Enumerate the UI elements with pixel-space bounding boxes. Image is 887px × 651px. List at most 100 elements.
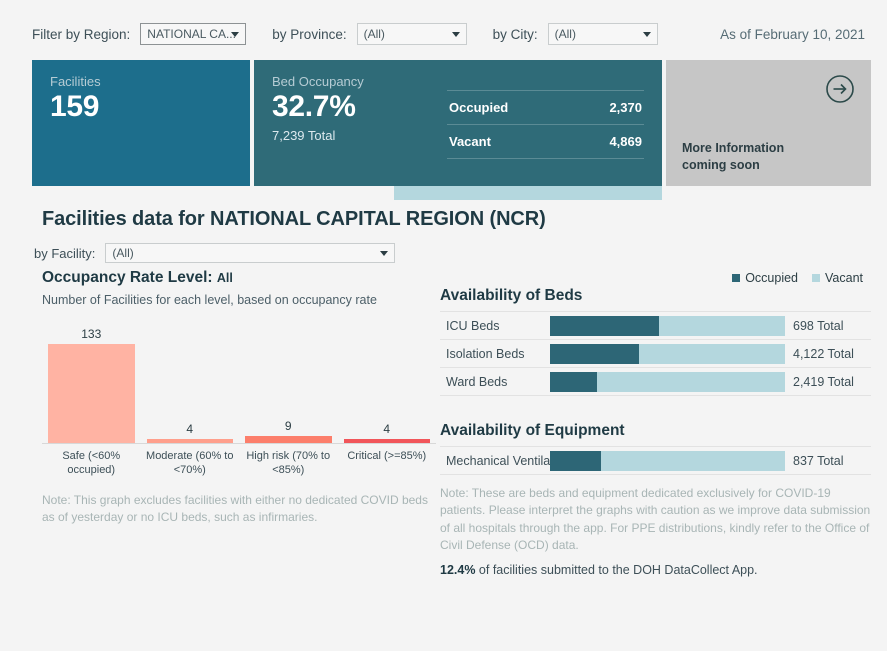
occupied-label: Occupied: [449, 100, 508, 115]
occupancy-level-note: Note: This graph excludes facilities wit…: [42, 492, 436, 527]
province-filter-label: by Province:: [272, 27, 346, 42]
arrow-right-circle-icon[interactable]: [825, 74, 855, 104]
bed-availability-row[interactable]: ICU Beds698 Total: [440, 311, 871, 339]
region-filter-label: Filter by Region:: [32, 27, 130, 42]
chevron-down-icon: [380, 251, 388, 256]
bar[interactable]: [245, 436, 332, 443]
bar-column[interactable]: 4: [338, 315, 437, 443]
city-filter-label: by City:: [493, 27, 538, 42]
page-title: Facilities data for NATIONAL CAPITAL REG…: [42, 208, 879, 231]
bar-category-label: Safe (<60% occupied): [42, 449, 141, 478]
occupancy-level-filter-value: All: [217, 271, 233, 285]
availability-row-label: Mechanical Ventilators: [440, 454, 550, 468]
region-filter-group: Filter by Region: NATIONAL CA...: [32, 23, 246, 45]
filter-bar: Filter by Region: NATIONAL CA... by Prov…: [8, 8, 879, 60]
province-filter-group: by Province: (All): [272, 23, 466, 45]
availability-note: Note: These are beds and equipment dedic…: [440, 485, 871, 555]
facility-filter-group: by Facility: (All): [34, 243, 879, 263]
availability-row-total: 698 Total: [785, 319, 871, 333]
bar-category-label: High risk (70% to <85%): [239, 449, 338, 478]
facilities-value: 159: [50, 91, 232, 123]
vacant-value: 4,869: [609, 134, 642, 149]
bar-value-label: 4: [186, 422, 193, 436]
occupancy-progress-bar: [394, 186, 662, 200]
facilities-card: Facilities 159: [32, 60, 250, 186]
region-select[interactable]: NATIONAL CA...: [140, 23, 246, 45]
availability-bar: [550, 451, 785, 471]
city-filter-group: by City: (All): [493, 23, 658, 45]
equipment-availability-table: Mechanical Ventilators 837 Total: [440, 446, 871, 475]
bed-occupancy-summary: Bed Occupancy 32.7% 7,239 Total: [272, 74, 447, 172]
region-select-value: NATIONAL CA...: [147, 27, 236, 41]
availability-row-total: 4,122 Total: [785, 347, 871, 361]
chevron-down-icon: [231, 32, 239, 37]
facility-select-value: (All): [112, 246, 133, 260]
bed-availability-row[interactable]: Isolation Beds4,122 Total: [440, 339, 871, 367]
submission-rate-line: 12.4% of facilities submitted to the DOH…: [440, 563, 871, 577]
vacant-row: Vacant 4,869: [447, 124, 644, 159]
availability-row-total: 2,419 Total: [785, 375, 871, 389]
bar-column[interactable]: 133: [42, 315, 141, 443]
availability-bar: [550, 316, 785, 336]
availability-bar-occupied: [550, 451, 601, 471]
bed-occupancy-card: Bed Occupancy 32.7% 7,239 Total Occupied…: [254, 60, 662, 186]
availability-row-total: 837 Total: [785, 454, 871, 468]
bar-column[interactable]: 4: [141, 315, 240, 443]
occupancy-level-bar-chart: 133 4 9 4: [42, 315, 436, 444]
occupied-row: Occupied 2,370: [447, 90, 644, 124]
legend-swatch-occupied: [732, 274, 740, 282]
chevron-down-icon: [643, 32, 651, 37]
legend-item-occupied: Occupied: [732, 271, 798, 285]
availability-bar-occupied: [550, 344, 639, 364]
occupancy-level-title: Occupancy Rate Level: All: [42, 269, 436, 287]
availability-bar-occupied: [550, 316, 659, 336]
submission-rate-text: of facilities submitted to the DOH DataC…: [475, 563, 757, 577]
city-select-value: (All): [555, 27, 576, 41]
bed-occupancy-total: 7,239 Total: [272, 128, 447, 143]
availability-legend: Occupied Vacant: [440, 269, 871, 287]
bar-value-label: 9: [285, 419, 292, 433]
bed-occupancy-caption: Bed Occupancy: [272, 74, 447, 89]
bar[interactable]: [48, 344, 135, 443]
facility-filter-label: by Facility:: [34, 246, 95, 261]
bed-availability-row[interactable]: Ward Beds 2,419 Total: [440, 367, 871, 396]
bar[interactable]: [344, 439, 431, 443]
facilities-caption: Facilities: [50, 74, 232, 89]
bar-column[interactable]: 9: [239, 315, 338, 443]
vacant-label: Vacant: [449, 134, 491, 149]
availability-row-label: Ward Beds: [440, 375, 550, 389]
bed-occupancy-breakdown: Occupied 2,370 Vacant 4,869: [447, 74, 644, 172]
availability-bar-occupied: [550, 372, 597, 392]
city-select[interactable]: (All): [548, 23, 658, 45]
occupancy-level-category-labels: Safe (<60% occupied)Moderate (60% to <70…: [42, 449, 436, 478]
equipment-availability-title: Availability of Equipment: [440, 422, 871, 440]
chevron-down-icon: [452, 32, 460, 37]
bed-occupancy-value: 32.7%: [272, 91, 447, 123]
submission-rate-percent: 12.4%: [440, 563, 475, 577]
as-of-date: As of February 10, 2021: [720, 27, 865, 42]
bar-category-label: Moderate (60% to <70%): [141, 449, 240, 478]
bar-category-label: Critical (>=85%): [338, 449, 437, 478]
more-information-card[interactable]: More Information coming soon: [666, 60, 871, 186]
more-information-line1: More Information: [682, 140, 855, 157]
legend-label-vacant: Vacant: [825, 271, 863, 285]
legend-label-occupied: Occupied: [745, 271, 798, 285]
beds-availability-title: Availability of Beds: [440, 287, 871, 305]
occupancy-level-subtitle: Number of Facilities for each level, bas…: [42, 293, 436, 307]
province-select[interactable]: (All): [357, 23, 467, 45]
legend-item-vacant: Vacant: [812, 271, 863, 285]
bar-value-label: 133: [81, 327, 101, 341]
more-information-text: More Information coming soon: [682, 140, 855, 174]
availability-panel: Occupied Vacant Availability of Beds ICU…: [436, 269, 871, 651]
beds-availability-table: ICU Beds698 TotalIsolation Beds4,122 Tot…: [440, 311, 871, 396]
bar[interactable]: [147, 439, 234, 443]
province-select-value: (All): [364, 27, 385, 41]
facility-select[interactable]: (All): [105, 243, 395, 263]
occupancy-level-title-text: Occupancy Rate Level:: [42, 269, 213, 286]
more-information-line2: coming soon: [682, 157, 855, 174]
content-area: Occupancy Rate Level: All Number of Faci…: [32, 263, 871, 651]
occupied-value: 2,370: [609, 100, 642, 115]
equipment-availability-row[interactable]: Mechanical Ventilators 837 Total: [440, 446, 871, 475]
availability-bar: [550, 344, 785, 364]
availability-bar: [550, 372, 785, 392]
